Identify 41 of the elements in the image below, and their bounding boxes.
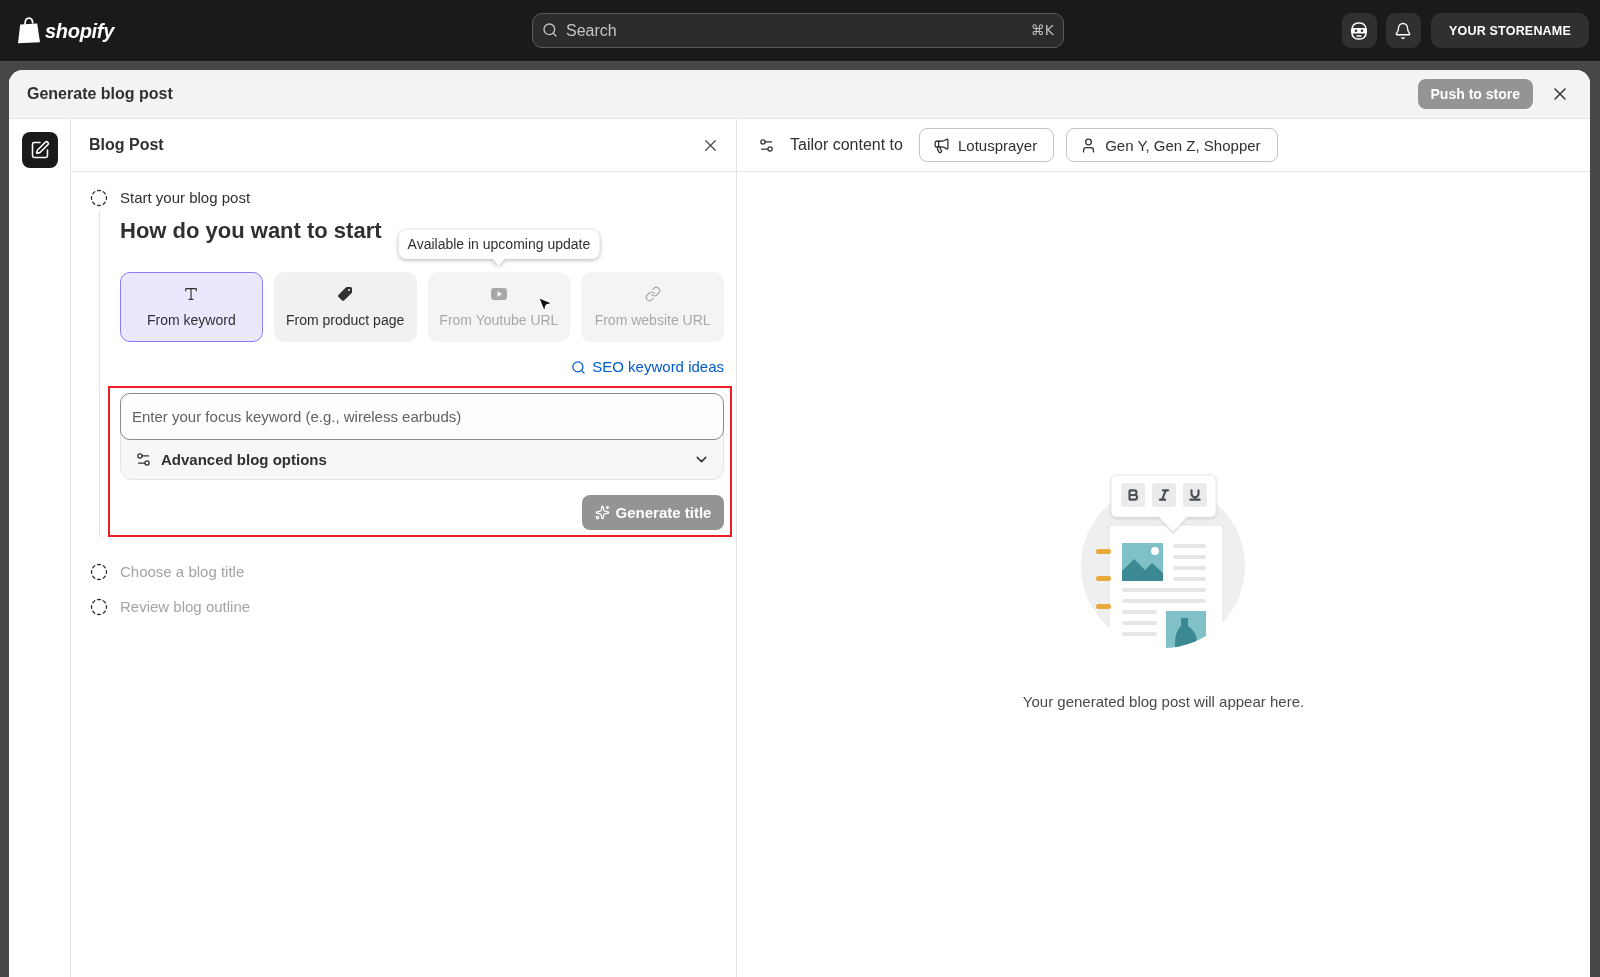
tailor-label: Tailor content to [790, 136, 903, 154]
search-icon [571, 359, 587, 375]
dashed-circle-icon [90, 563, 108, 581]
seo-keyword-ideas-link[interactable]: SEO keyword ideas [571, 358, 724, 376]
source-option-card[interactable]: From keyword [120, 272, 263, 342]
sliders-icon [758, 136, 775, 154]
shopping-bag-icon [17, 17, 41, 44]
megaphone-icon [932, 136, 950, 154]
step-label: Choose a blog title [120, 562, 245, 582]
tailor-option-chip[interactable]: Gen Y, Gen Z, Shopper [1066, 128, 1278, 162]
dashed-circle-icon [90, 598, 108, 616]
text-type-icon [183, 286, 200, 302]
tailor-option-chip[interactable]: Lotusprayer [918, 128, 1055, 162]
brand-wordmark: shopify [45, 18, 114, 43]
underline-icon [1182, 483, 1207, 507]
section-heading: How do you want to start [120, 217, 382, 245]
masked-face-icon [1349, 20, 1370, 41]
bell-icon [1394, 21, 1413, 40]
panel-title: Blog Post [89, 136, 164, 154]
sparkle-icon [594, 505, 610, 520]
sliders-icon [135, 451, 152, 468]
assistant-button[interactable] [1341, 13, 1377, 48]
tag-icon [337, 286, 354, 302]
advanced-options-toggle[interactable]: Advanced blog options [121, 440, 723, 479]
step-label: Start your blog post [120, 188, 251, 208]
source-option-card[interactable]: From product page [273, 272, 417, 342]
italic-icon [1151, 483, 1176, 507]
video-play-icon [490, 286, 507, 302]
modal-title: Generate blog post [27, 85, 173, 103]
keyword-input[interactable]: Enter your focus keyword (e.g., wireless earbuds) [120, 393, 724, 440]
bold-icon [1120, 483, 1145, 507]
shortcut-hint: ⌘K [1030, 21, 1054, 39]
link-icon [644, 286, 661, 302]
dashed-circle-icon [90, 189, 108, 207]
store-menu-button[interactable]: YOUR STORENAME [1430, 13, 1589, 48]
search-icon [542, 22, 558, 38]
empty-state-message: Your generated blog post will appear here. [1022, 692, 1305, 712]
notifications-button[interactable] [1385, 13, 1421, 48]
edit-button[interactable] [22, 132, 58, 168]
step-label: Review blog outline [120, 597, 251, 617]
square-pen-icon [30, 140, 50, 160]
